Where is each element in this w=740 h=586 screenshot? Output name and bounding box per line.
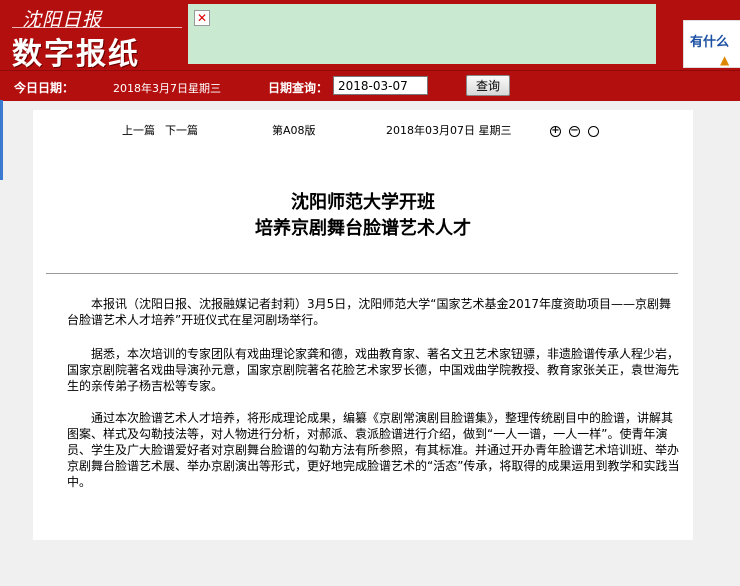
title-divider (46, 273, 678, 274)
ad-text: 有什么 (690, 35, 730, 50)
article-title-line1: 沈阳师范大学开班 (291, 192, 435, 213)
date-query-input[interactable]: 2018-03-07 (333, 76, 428, 95)
banner-image-placeholder: ✕ (188, 4, 656, 64)
issue-date: 2018年03月07日 星期三 (386, 124, 512, 137)
page-number[interactable]: 第A08版 (272, 122, 316, 138)
logo-divider (12, 27, 182, 28)
ad-icon: ▲ (720, 53, 730, 67)
broken-image-icon: ✕ (194, 10, 210, 26)
prev-article-link[interactable]: 上一篇 (122, 122, 155, 138)
next-article-link[interactable]: 下一篇 (165, 122, 198, 138)
article-title-line2: 培养京剧舞台脸谱艺术人才 (255, 218, 471, 239)
newspaper-logo[interactable]: 沈阳日报 数字报纸 (8, 3, 186, 72)
ad-banner[interactable]: 有什么 ▲ (683, 20, 740, 68)
masthead: 沈阳日报 数字报纸 ✕ 有什么 ▲ (0, 0, 740, 72)
zoom-out-icon[interactable]: − (569, 126, 580, 137)
left-frame-edge (0, 100, 3, 180)
article-paragraph: 本报讯（沈阳日报、沈报融媒记者封莉）3月5日，沈阳师范大学“国家艺术基金2017… (67, 297, 672, 327)
article-paragraph: 通过本次脸谱艺术人才培养，将形成理论成果，编纂《京剧常演剧目脸谱集》，整理传统剧… (67, 411, 680, 489)
date-query-label: 日期查询： (268, 81, 329, 95)
date-toolbar: 今日日期： 2018年3月7日星期三 日期查询： 2018-03-07 查询 (0, 70, 740, 101)
article-paragraph: 据悉，本次培训的专家团队有戏曲理论家龚和德，戏曲教育家、著名文丑艺术家钮骠，非遗… (67, 347, 680, 393)
zoom-reset-icon[interactable] (588, 126, 599, 137)
article-panel: 上一篇 下一篇 第A08版 2018年03月07日 星期三 + − 沈阳师范大学… (33, 110, 693, 540)
today-label: 今日日期： (14, 81, 75, 95)
query-button[interactable]: 查询 (466, 75, 510, 96)
logo-title: 数字报纸 (12, 37, 140, 72)
today-value: 2018年3月7日星期三 (113, 82, 221, 95)
zoom-in-icon[interactable]: + (550, 126, 561, 137)
